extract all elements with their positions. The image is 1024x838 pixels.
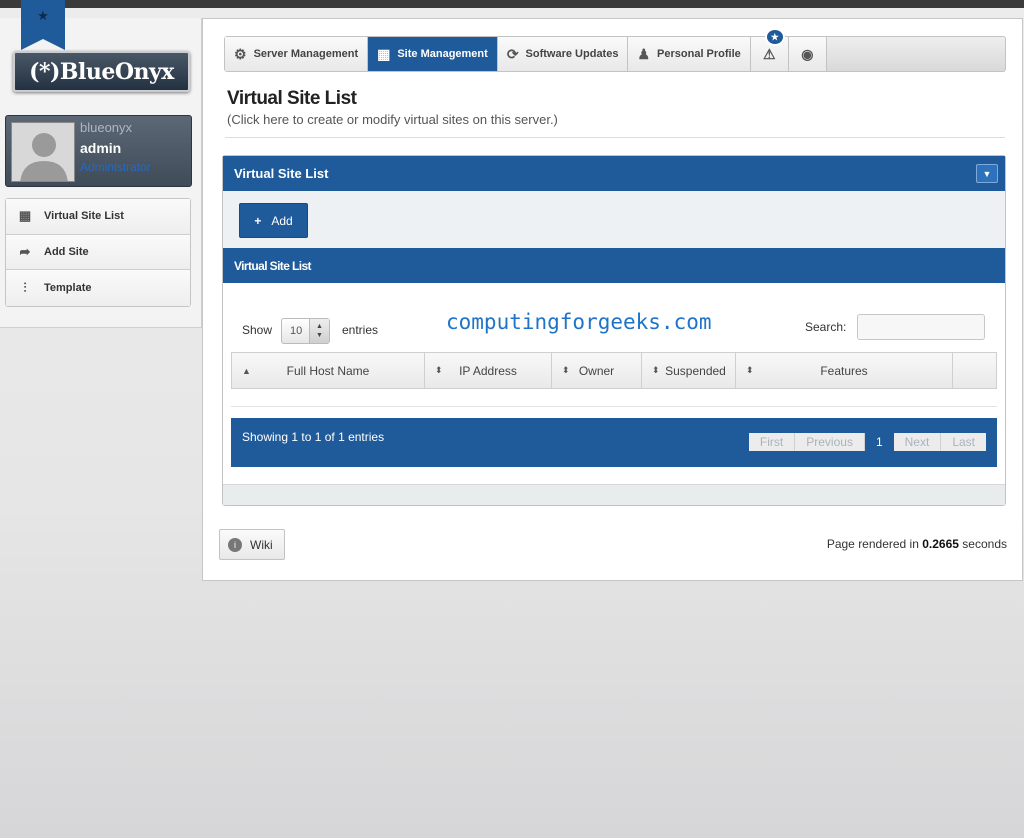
tab-label: Server Management: [253, 48, 359, 60]
user-login: admin: [80, 140, 122, 156]
sidebar-item-virtual-site-list[interactable]: ▦ Virtual Site List: [6, 199, 190, 235]
pager-previous-button[interactable]: Previous: [795, 433, 865, 451]
render-time-value: 0.2665: [922, 537, 959, 551]
sidebar-item-template[interactable]: ⫶ Template: [6, 270, 190, 306]
entries-length-value: 10: [290, 325, 303, 337]
render-prefix: Page rendered in: [826, 537, 919, 551]
divider: [225, 137, 1005, 138]
plus-icon: +: [254, 213, 262, 228]
tab-label: Software Updates: [525, 48, 619, 60]
user-silhouette-icon: [12, 123, 74, 181]
status-button[interactable]: ◉: [788, 37, 827, 71]
table-footer: Showing 1 to 1 of 1 entries First Previo…: [231, 418, 997, 467]
column-header-owner[interactable]: ⬍ Owner: [552, 353, 642, 388]
sidebar-item-label: Virtual Site List: [44, 210, 124, 223]
render-time: Page rendered in 0.2665 seconds: [827, 537, 1007, 551]
virtual-site-list-panel: Virtual Site List ▼ + Add Virtual Site L…: [222, 155, 1006, 506]
column-header-actions: [953, 353, 996, 388]
add-button-label: Add: [271, 213, 293, 228]
panel-header: Virtual Site List ▼: [223, 156, 1005, 191]
list-subheader: Virtual Site List: [223, 248, 1005, 283]
search-input[interactable]: [857, 314, 985, 340]
main-panel: ⚙ Server Management ▦ Site Management ⟳ …: [202, 18, 1023, 581]
chevron-down-icon: ▼: [982, 168, 992, 179]
collapse-button[interactable]: ▼: [976, 164, 998, 183]
status-disc-icon: ◉: [801, 45, 814, 62]
user-role-link[interactable]: Administrator: [80, 160, 151, 174]
show-label: Show: [242, 323, 273, 337]
pager-current-page[interactable]: 1: [866, 433, 892, 451]
column-header-ip-address[interactable]: ⬍ IP Address: [425, 353, 552, 388]
tab-software-updates[interactable]: ⟳ Software Updates: [497, 37, 629, 71]
tab-bar: ⚙ Server Management ▦ Site Management ⟳ …: [224, 28, 1006, 72]
sidebar-item-label: Add Site: [44, 245, 89, 258]
table-info: Showing 1 to 1 of 1 entries: [242, 430, 385, 444]
alerts-button[interactable]: ⚠ ★: [750, 28, 789, 71]
layout-icon: ▦: [377, 45, 391, 62]
watermark-text: computingforgeeks.com: [446, 310, 712, 334]
refresh-icon: ⟳: [506, 45, 519, 62]
user-display-name: blueonyx: [80, 120, 133, 135]
sliders-icon: ⫶: [23, 279, 27, 295]
tab-label: Site Management: [397, 48, 488, 60]
table-area: Show 10 ▲ ▼ entries computingforgeeks.com…: [223, 283, 1005, 484]
sort-both-icon: ⬍: [435, 365, 443, 375]
entries-label: entries: [342, 323, 379, 337]
column-header-features[interactable]: ⬍ Features: [736, 353, 953, 388]
wiki-label: Wiki: [250, 537, 273, 552]
layout-icon: ▦: [18, 208, 32, 224]
sort-both-icon: ⬍: [652, 365, 660, 375]
sidebar-item-label: Template: [44, 281, 92, 294]
sidebar-item-add-site[interactable]: ➦ Add Site: [6, 234, 190, 270]
tab-personal-profile[interactable]: ♟ Personal Profile: [628, 37, 751, 71]
tab-site-management[interactable]: ▦ Site Management: [368, 37, 498, 71]
page-title: Virtual Site List: [227, 88, 357, 109]
pagination: First Previous 1 Next Last: [748, 433, 986, 451]
pager-first-button[interactable]: First: [748, 433, 796, 451]
warning-icon: ⚠: [763, 45, 776, 62]
logo: (*)BlueOnyx: [13, 51, 190, 92]
column-header-full-host-name[interactable]: ▲ Full Host Name: [232, 353, 425, 388]
sort-both-icon: ⬍: [746, 365, 754, 375]
sort-asc-icon: ▲: [242, 365, 251, 376]
wiki-button[interactable]: i Wiki: [219, 529, 285, 560]
info-icon: i: [228, 537, 242, 552]
add-site-button[interactable]: + Add: [239, 203, 308, 238]
user-card: blueonyx admin Administrator: [5, 115, 192, 187]
gear-icon: ⚙: [234, 45, 247, 62]
page-subtitle: (Click here to create or modify virtual …: [227, 112, 558, 127]
sort-both-icon: ⬍: [562, 365, 570, 375]
tab-label: Personal Profile: [657, 48, 741, 60]
entries-length-select[interactable]: 10 ▲ ▼: [281, 318, 330, 344]
panel-footer: [223, 484, 1005, 505]
tab-bar-filler: [827, 37, 1005, 71]
table-header-row: ▲ Full Host Name ⬍ IP Address ⬍ Owner ⬍ …: [231, 352, 997, 389]
tab-server-management[interactable]: ⚙ Server Management: [225, 37, 369, 71]
render-suffix: seconds: [962, 537, 1007, 551]
spinner-arrows-icon[interactable]: ▲ ▼: [309, 319, 329, 343]
person-icon: ♟: [637, 45, 651, 62]
avatar: [11, 122, 75, 182]
top-bar: [0, 0, 1024, 8]
table-row[interactable]: [231, 389, 997, 407]
column-header-suspended[interactable]: ⬍ Suspended: [642, 353, 736, 388]
search-label: Search:: [805, 320, 847, 334]
share-arrow-icon: ➦: [19, 243, 31, 259]
pager-next-button[interactable]: Next: [893, 433, 942, 451]
pager-last-button[interactable]: Last: [941, 433, 986, 451]
panel-title: Virtual Site List: [234, 166, 329, 181]
sidebar-menu: ▦ Virtual Site List ➦ Add Site ⫶ Templat…: [5, 198, 191, 307]
star-badge-icon: ★: [764, 28, 785, 46]
